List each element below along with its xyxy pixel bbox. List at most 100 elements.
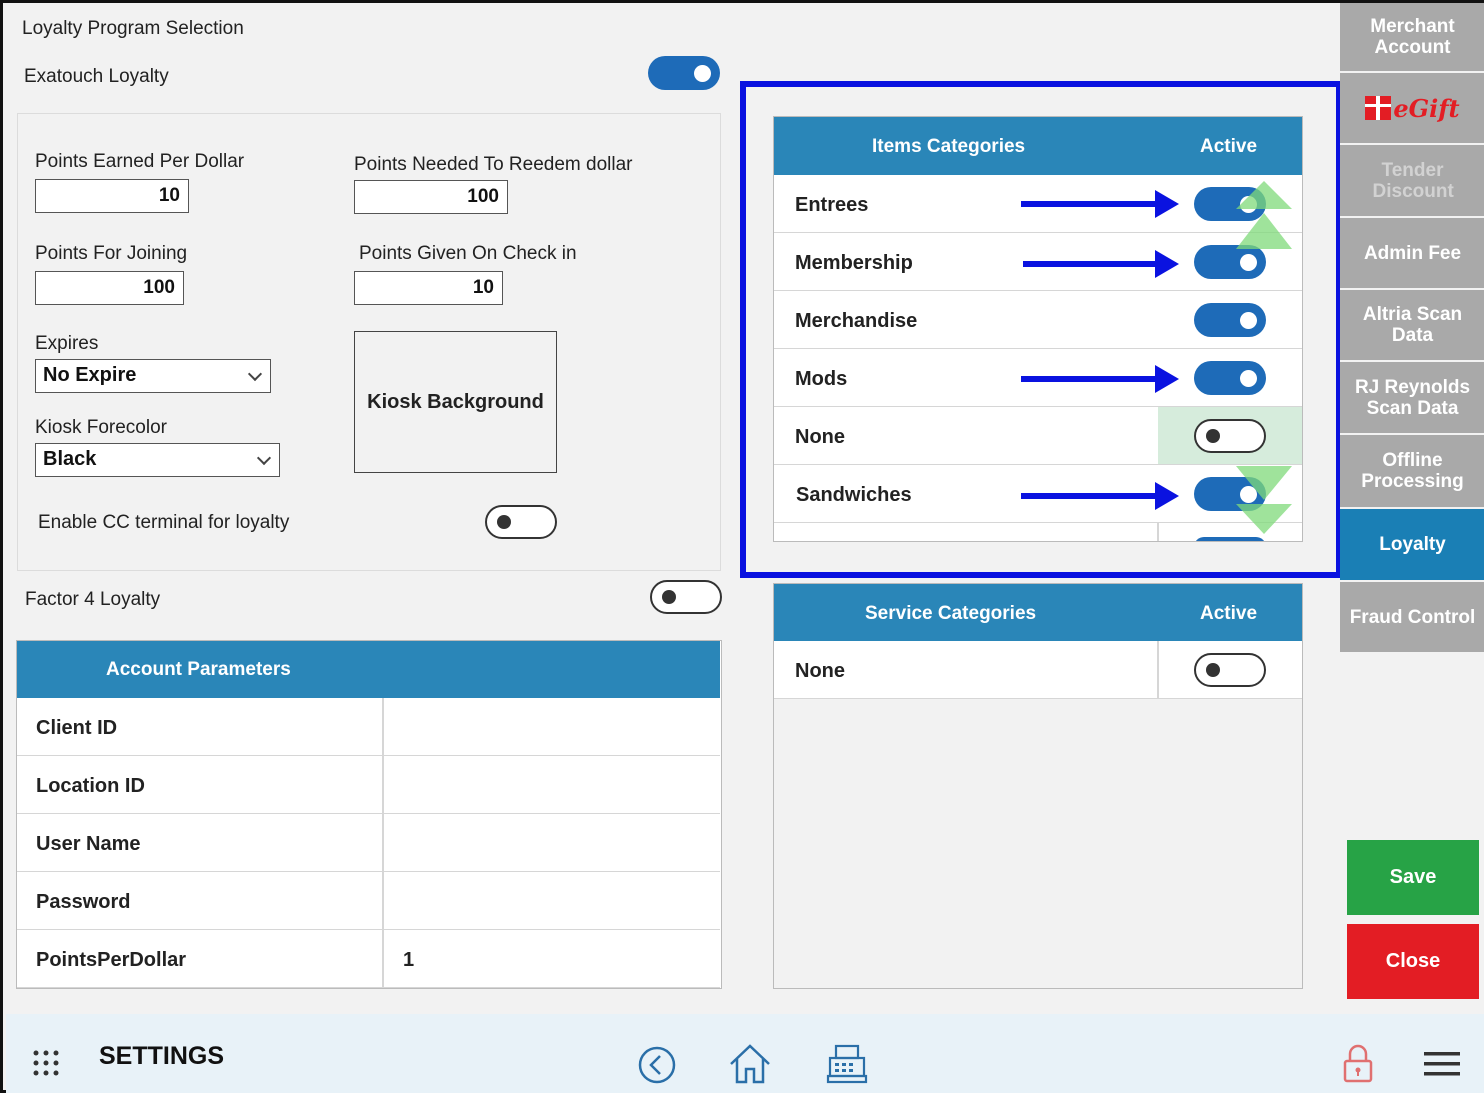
param-label: Password	[36, 891, 131, 913]
param-label: Client ID	[36, 717, 118, 739]
annotation-arrow	[1023, 250, 1179, 278]
param-label: PointsPerDollar	[36, 949, 187, 971]
save-button[interactable]: Save	[1347, 840, 1479, 915]
category-name: Entrees	[795, 194, 869, 216]
table-row: Password	[17, 872, 720, 930]
exatouch-loyalty-toggle[interactable]	[648, 56, 720, 90]
annotation-arrow	[1021, 365, 1179, 393]
table-row: PointsPerDollar 1	[17, 930, 720, 988]
category-name: None	[795, 426, 845, 448]
factor4-loyalty-label: Factor 4 Loyalty	[25, 589, 161, 610]
service-categories-header: Service Categories Active	[774, 584, 1302, 641]
annotation-arrow	[1021, 482, 1179, 510]
category-active-toggle[interactable]	[1194, 361, 1266, 395]
service-active-title: Active	[1200, 603, 1258, 624]
category-row: None	[774, 407, 1302, 465]
sidebar-item-altria-scan-data[interactable]: Altria Scan Data	[1340, 290, 1484, 362]
chevron-down-icon	[256, 450, 272, 466]
gift-icon	[1365, 96, 1392, 120]
account-parameters-header: Account Parameters	[17, 641, 720, 698]
expires-value: No Expire	[43, 364, 137, 386]
section-title: Loyalty Program Selection	[22, 18, 244, 39]
service-categories-title: Service Categories	[865, 603, 1037, 624]
items-active-title: Active	[1200, 136, 1258, 157]
sidebar-item-merchant-account[interactable]: Merchant Account	[1340, 3, 1484, 73]
lock-icon[interactable]	[1342, 1043, 1374, 1085]
items-categories-title: Items Categories	[872, 136, 1026, 157]
items-categories-header: Items Categories Active	[774, 117, 1302, 175]
category-name: Merchandise	[795, 310, 918, 332]
kiosk-forecolor-select[interactable]: Black	[35, 443, 280, 477]
sidebar-item-loyalty[interactable]: Loyalty	[1340, 509, 1484, 582]
category-active-toggle[interactable]	[1194, 653, 1266, 687]
register-icon[interactable]	[826, 1043, 868, 1085]
back-icon[interactable]	[637, 1045, 677, 1085]
category-row: Merchandise	[774, 291, 1302, 349]
close-button[interactable]: Close	[1347, 924, 1479, 999]
points-checkin-label: Points Given On Check in	[359, 243, 577, 264]
category-active-toggle[interactable]	[1194, 419, 1266, 453]
sidebar-item-offline-processing[interactable]: Offline Processing	[1340, 435, 1484, 509]
category-row: None	[774, 641, 1302, 699]
points-joining-input[interactable]: 100	[35, 271, 184, 305]
column-divider	[382, 872, 384, 930]
category-name: None	[795, 660, 845, 682]
points-joining-label: Points For Joining	[35, 243, 188, 264]
kiosk-forecolor-value: Black	[43, 448, 97, 470]
points-earned-label: Points Earned Per Dollar	[35, 151, 245, 172]
sidebar-item-tender-discount[interactable]: Tender Discount	[1340, 145, 1484, 218]
factor4-loyalty-toggle[interactable]	[650, 580, 722, 614]
chevron-down-icon	[247, 366, 263, 382]
egift-label: eGift	[1393, 93, 1460, 123]
sidebar-item-label: Tender Discount	[1372, 159, 1454, 202]
sidebar-item-label: Offline Processing	[1361, 450, 1464, 492]
column-divider	[382, 756, 384, 814]
category-active-toggle[interactable]	[1194, 303, 1266, 337]
category-name: Sandwiches	[796, 484, 912, 506]
partial-row-toggle[interactable]	[1194, 537, 1266, 541]
category-name: Membership	[795, 252, 913, 274]
column-divider	[382, 698, 384, 756]
scroll-up-icon[interactable]	[1236, 181, 1292, 253]
service-categories-table: Service Categories Active None	[773, 583, 1303, 989]
cc-terminal-toggle[interactable]	[485, 505, 557, 539]
scroll-down-icon[interactable]	[1236, 464, 1292, 536]
page-title: SETTINGS	[99, 1042, 225, 1070]
kiosk-background-label: Kiosk Background	[367, 390, 544, 413]
menu-icon[interactable]	[1424, 1050, 1460, 1078]
column-divider	[1157, 641, 1159, 699]
kiosk-forecolor-label: Kiosk Forecolor	[35, 417, 167, 438]
param-label: Location ID	[36, 775, 145, 797]
exatouch-settings-panel: Points Earned Per Dollar 10 Points Neede…	[17, 113, 721, 571]
sidebar-item-label: Fraud Control	[1349, 606, 1476, 628]
param-value[interactable]: 1	[403, 949, 414, 972]
points-checkin-input[interactable]: 10	[354, 271, 503, 305]
sidebar-item-admin-fee[interactable]: Admin Fee	[1340, 218, 1484, 290]
kiosk-background-button[interactable]: Kiosk Background	[354, 331, 557, 473]
sidebar-item-label: Merchant Account	[1370, 16, 1455, 58]
points-redeem-input[interactable]: 100	[354, 180, 508, 214]
home-icon[interactable]	[728, 1043, 772, 1085]
table-row: Location ID	[17, 756, 720, 814]
cc-terminal-label: Enable CC terminal for loyalty	[38, 512, 290, 533]
grid-icon[interactable]	[32, 1049, 60, 1077]
bottom-bar: SETTINGS	[6, 1014, 1484, 1093]
expires-label: Expires	[35, 333, 99, 354]
param-label: User Name	[36, 833, 141, 855]
sidebar-item-label: RJ Reynolds Scan Data	[1354, 376, 1471, 419]
table-row: Client ID	[17, 698, 720, 756]
sidebar-item-label: Admin Fee	[1363, 242, 1462, 264]
account-parameters-table: Account Parameters Client ID Location ID U…	[16, 640, 722, 989]
points-earned-input[interactable]: 10	[35, 179, 189, 213]
sidebar-item-fraud-control[interactable]: Fraud Control	[1340, 582, 1484, 654]
column-divider	[382, 814, 384, 872]
column-divider	[382, 930, 384, 988]
settings-window: Loyalty Program Selection Exatouch Loyal…	[0, 0, 1484, 1093]
items-categories-table: Items Categories Active Entrees Membershi…	[773, 116, 1303, 542]
sidebar-item-rj-reynolds[interactable]: RJ Reynolds Scan Data	[1340, 362, 1484, 435]
annotation-arrow	[1021, 190, 1179, 218]
sidebar-item-label: Altria Scan Data	[1362, 304, 1463, 346]
expires-select[interactable]: No Expire	[35, 359, 271, 393]
sidebar-item-egift[interactable]: eGift	[1340, 73, 1484, 145]
sidebar-item-label: Loyalty	[1379, 534, 1446, 555]
